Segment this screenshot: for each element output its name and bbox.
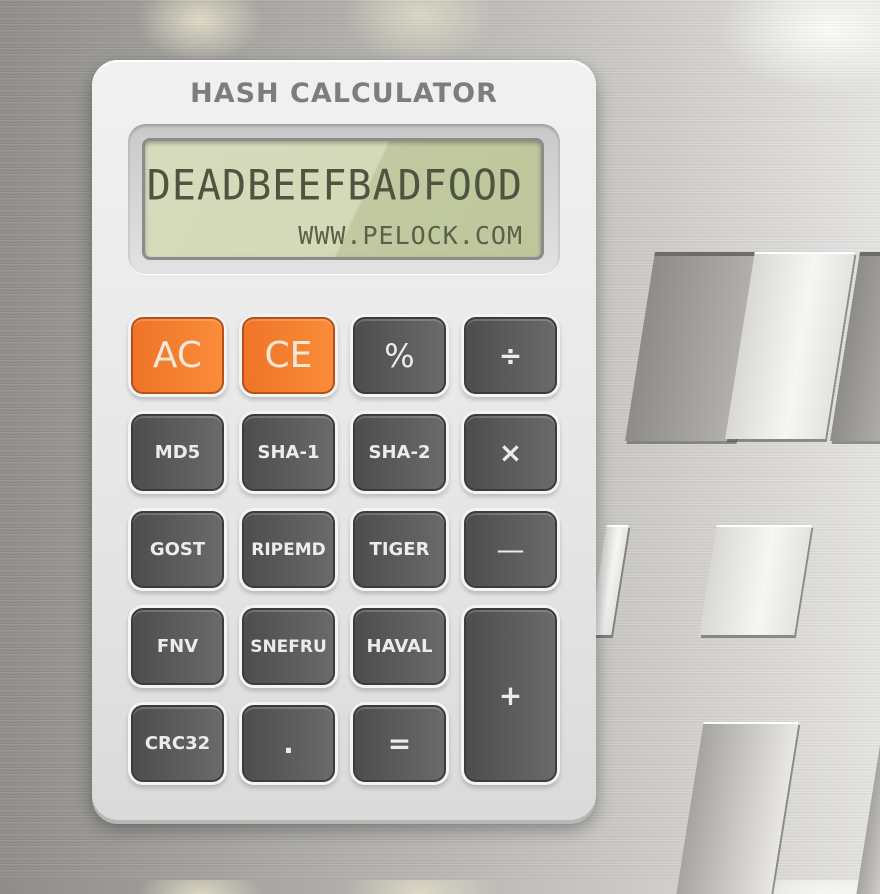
ac-button[interactable]: AC xyxy=(131,317,224,394)
decor-slab xyxy=(625,252,765,441)
ripemd-button[interactable]: RIPEMD xyxy=(242,511,335,588)
crc32-button[interactable]: CRC32 xyxy=(131,705,224,782)
lcd-display: DEADBEEFBADFOOD WWW.PELOCK.COM xyxy=(142,138,544,260)
app-title: HASH CALCULATOR xyxy=(190,78,498,109)
percent-button[interactable]: % xyxy=(353,317,446,394)
decor-slab xyxy=(856,722,880,894)
decor-slab xyxy=(699,525,812,635)
display-bezel: DEADBEEFBADFOOD WWW.PELOCK.COM xyxy=(128,124,560,274)
sha2-button[interactable]: SHA-2 xyxy=(353,414,446,491)
minus-button[interactable]: — xyxy=(464,511,557,588)
tiger-button[interactable]: TIGER xyxy=(353,511,446,588)
sha1-button[interactable]: SHA-1 xyxy=(242,414,335,491)
decimal-point-button[interactable]: . xyxy=(242,705,335,782)
divide-button[interactable]: ÷ xyxy=(464,317,557,394)
display-value: DEADBEEFBADFOOD xyxy=(146,161,523,211)
snefru-button[interactable]: SNEFRU xyxy=(242,608,335,685)
md5-button[interactable]: MD5 xyxy=(131,414,224,491)
equals-button[interactable]: = xyxy=(353,705,446,782)
decor-slab xyxy=(676,722,799,894)
decor-slab xyxy=(725,252,855,439)
calculator-body: HASH CALCULATOR DEADBEEFBADFOOD WWW.PELO… xyxy=(92,60,596,820)
plus-button[interactable]: + xyxy=(464,608,557,782)
haval-button[interactable]: HAVAL xyxy=(353,608,446,685)
fnv-button[interactable]: FNV xyxy=(131,608,224,685)
gost-button[interactable]: GOST xyxy=(131,511,224,588)
multiply-button[interactable]: × xyxy=(464,414,557,491)
ce-button[interactable]: CE xyxy=(242,317,335,394)
decor-slab xyxy=(830,252,880,441)
display-subtext: WWW.PELOCK.COM xyxy=(298,221,523,250)
